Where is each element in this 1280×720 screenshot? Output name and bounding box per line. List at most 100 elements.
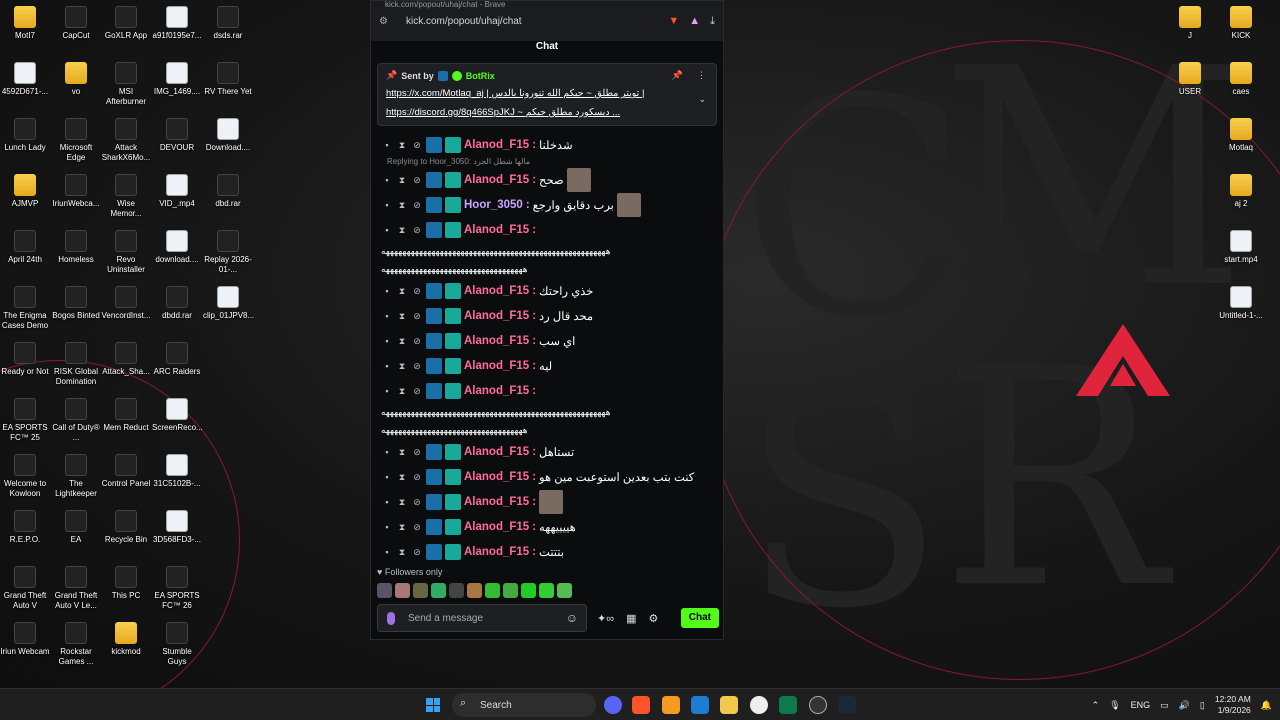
desktop-icon[interactable]: Revo Uninstaller bbox=[101, 230, 151, 275]
desktop-icon[interactable]: Welcome to Kowloon bbox=[0, 454, 50, 499]
chat-message[interactable]: ▪ ⧗ ⊘ Alanod_F15: كنت بتب بعدين استوعبت مين … bbox=[381, 464, 717, 489]
emote-icon[interactable] bbox=[503, 583, 518, 598]
desktop-icon[interactable]: Grand Theft Auto V Le... bbox=[51, 566, 101, 611]
desktop-icon[interactable]: VencordInst... bbox=[101, 286, 151, 321]
chat-message[interactable]: ▪ ⧗ ⊘ Alanod_F15: محد قال رد bbox=[381, 303, 717, 328]
trash-icon[interactable]: ▪ bbox=[381, 199, 393, 211]
desktop-icon[interactable]: ARC Raiders bbox=[152, 342, 202, 377]
ban-icon[interactable]: ⊘ bbox=[411, 546, 423, 558]
chat-message[interactable]: ▪ ⧗ ⊘ Alanod_F15: تستاهل bbox=[381, 439, 717, 464]
ban-icon[interactable]: ⊘ bbox=[411, 139, 423, 151]
iriun-icon[interactable] bbox=[750, 696, 768, 714]
desktop-icon[interactable]: CapCut bbox=[51, 6, 101, 41]
trash-icon[interactable]: ▪ bbox=[381, 224, 393, 236]
desktop-icon[interactable]: aj 2 bbox=[1216, 174, 1266, 209]
desktop-icon[interactable]: Attack SharkX6Mo... bbox=[101, 118, 151, 163]
xbox-icon[interactable] bbox=[809, 696, 827, 714]
timeout-icon[interactable]: ⧗ bbox=[396, 546, 408, 558]
desktop-icon[interactable]: Homeless bbox=[51, 230, 101, 265]
emote-icon[interactable] bbox=[539, 583, 554, 598]
timeout-icon[interactable]: ⧗ bbox=[396, 285, 408, 297]
desktop-icon[interactable]: RISK Global Domination bbox=[51, 342, 101, 387]
trash-icon[interactable]: ▪ bbox=[381, 174, 393, 186]
desktop-icon[interactable]: Recycle Bin bbox=[101, 510, 151, 545]
emoji-picker-icon[interactable]: ☺ bbox=[566, 611, 578, 625]
ban-icon[interactable]: ⊘ bbox=[411, 446, 423, 458]
trash-icon[interactable]: ▪ bbox=[381, 446, 393, 458]
download-icon[interactable]: ⤓ bbox=[710, 15, 715, 28]
desktop-icon[interactable]: Ready or Not bbox=[0, 342, 50, 377]
desktop-icon[interactable]: Stumble Guys bbox=[152, 622, 202, 667]
chat-username[interactable]: Alanod_F15 bbox=[464, 310, 529, 322]
language-indicator[interactable]: ENG bbox=[1131, 700, 1151, 710]
ban-icon[interactable]: ⊘ bbox=[411, 360, 423, 372]
bot-name[interactable]: BotRix bbox=[466, 71, 495, 81]
emote-icon[interactable] bbox=[449, 583, 464, 598]
desktop-icon[interactable]: This PC bbox=[101, 566, 151, 601]
chat-username[interactable]: Alanod_F15 bbox=[464, 139, 529, 151]
chat-message[interactable]: ▪ ⧗ ⊘ Alanod_F15: ليه bbox=[381, 353, 717, 378]
store-icon[interactable]: ▦ bbox=[626, 612, 636, 625]
desktop-icon[interactable]: IMG_1469.... bbox=[152, 62, 202, 97]
chat-message[interactable]: ▪ ⧗ ⊘ Alanod_F15: bbox=[381, 217, 717, 242]
volume-icon[interactable]: 🔊 bbox=[1179, 700, 1190, 711]
desktop-icon[interactable]: 4592D671-... bbox=[0, 62, 50, 97]
desktop-icon[interactable]: Bogos Binted bbox=[51, 286, 101, 321]
chat-username[interactable]: Hoor_3050 bbox=[464, 199, 523, 211]
trash-icon[interactable]: ▪ bbox=[381, 385, 393, 397]
ban-icon[interactable]: ⊘ bbox=[411, 521, 423, 533]
timeout-icon[interactable]: ⧗ bbox=[396, 360, 408, 372]
desktop-icon[interactable]: Wise Memor... bbox=[101, 174, 151, 219]
brave-rewards-icon[interactable]: ▲ bbox=[689, 15, 700, 27]
desktop-icon[interactable]: RV There Yet bbox=[203, 62, 253, 97]
desktop-icon[interactable]: a91f0195e7... bbox=[152, 6, 202, 41]
desktop-icon[interactable]: AJMVP bbox=[0, 174, 50, 209]
chat-username[interactable]: Alanod_F15 bbox=[464, 546, 529, 558]
desktop-icon[interactable]: Microsoft Edge bbox=[51, 118, 101, 163]
trash-icon[interactable]: ▪ bbox=[381, 521, 393, 533]
trash-icon[interactable]: ▪ bbox=[381, 496, 393, 508]
settings-gear-icon[interactable]: ⚙ bbox=[648, 612, 658, 625]
battery-icon[interactable]: ▯ bbox=[1200, 700, 1205, 711]
file-explorer-icon[interactable] bbox=[720, 696, 738, 714]
ban-icon[interactable]: ⊘ bbox=[411, 385, 423, 397]
emote-icon[interactable] bbox=[521, 583, 536, 598]
start-button[interactable] bbox=[426, 698, 440, 712]
chat-username[interactable]: Alanod_F15 bbox=[464, 224, 529, 236]
desktop-icon[interactable]: Iriun Webcam bbox=[0, 622, 50, 657]
timeout-icon[interactable]: ⧗ bbox=[396, 335, 408, 347]
desktop-icon[interactable]: Replay 2026-01-... bbox=[203, 230, 253, 275]
chat-message[interactable]: ▪ ⧗ ⊘ Alanod_F15: شدخلنا bbox=[381, 132, 717, 157]
chat-message[interactable]: ▪ ⧗ ⊘ Alanod_F15: اي سب bbox=[381, 328, 717, 353]
desktop-icon[interactable]: USER bbox=[1165, 62, 1215, 97]
timeout-icon[interactable]: ⧗ bbox=[396, 446, 408, 458]
ban-icon[interactable]: ⊘ bbox=[411, 285, 423, 297]
desktop-icon[interactable]: Lunch Lady bbox=[0, 118, 50, 153]
steam-icon[interactable] bbox=[838, 696, 856, 714]
timeout-icon[interactable]: ⧗ bbox=[396, 521, 408, 533]
desktop-icon[interactable]: vo bbox=[51, 62, 101, 97]
chat-username[interactable]: Alanod_F15 bbox=[464, 385, 529, 397]
desktop-icon[interactable]: Untitled-1-... bbox=[1216, 286, 1266, 321]
desktop-icon[interactable]: Motlaq bbox=[1216, 118, 1266, 153]
chat-message[interactable]: ▪ ⧗ ⊘ Alanod_F15: صحح bbox=[381, 167, 717, 192]
emote-icon[interactable] bbox=[467, 583, 482, 598]
timeout-icon[interactable]: ⧗ bbox=[396, 199, 408, 211]
chat-messages[interactable]: ▪ ⧗ ⊘ Alanod_F15: شدخلنا Replying to Hoor_305… bbox=[371, 132, 723, 572]
expand-chevron-icon[interactable]: ⌄ bbox=[698, 94, 706, 105]
ban-icon[interactable]: ⊘ bbox=[411, 174, 423, 186]
desktop-icon[interactable]: Control Panel bbox=[101, 454, 151, 489]
desktop-icon[interactable]: EA SPORTS FC™ 26 bbox=[152, 566, 202, 611]
timeout-icon[interactable]: ⧗ bbox=[396, 310, 408, 322]
chat-username[interactable]: Alanod_F15 bbox=[464, 285, 529, 297]
timeout-icon[interactable]: ⧗ bbox=[396, 385, 408, 397]
timeout-icon[interactable]: ⧗ bbox=[396, 139, 408, 151]
timeout-icon[interactable]: ⧗ bbox=[396, 224, 408, 236]
trash-icon[interactable]: ▪ bbox=[381, 310, 393, 322]
desktop-icon[interactable]: DEVOUR bbox=[152, 118, 202, 153]
desktop-icon[interactable]: clip_01JPV8... bbox=[203, 286, 254, 321]
desktop-icon[interactable]: 31C5102B-... bbox=[152, 454, 202, 489]
desktop-icon[interactable]: Mem Reduct bbox=[101, 398, 151, 433]
trash-icon[interactable]: ▪ bbox=[381, 139, 393, 151]
chat-username[interactable]: Alanod_F15 bbox=[464, 174, 529, 186]
